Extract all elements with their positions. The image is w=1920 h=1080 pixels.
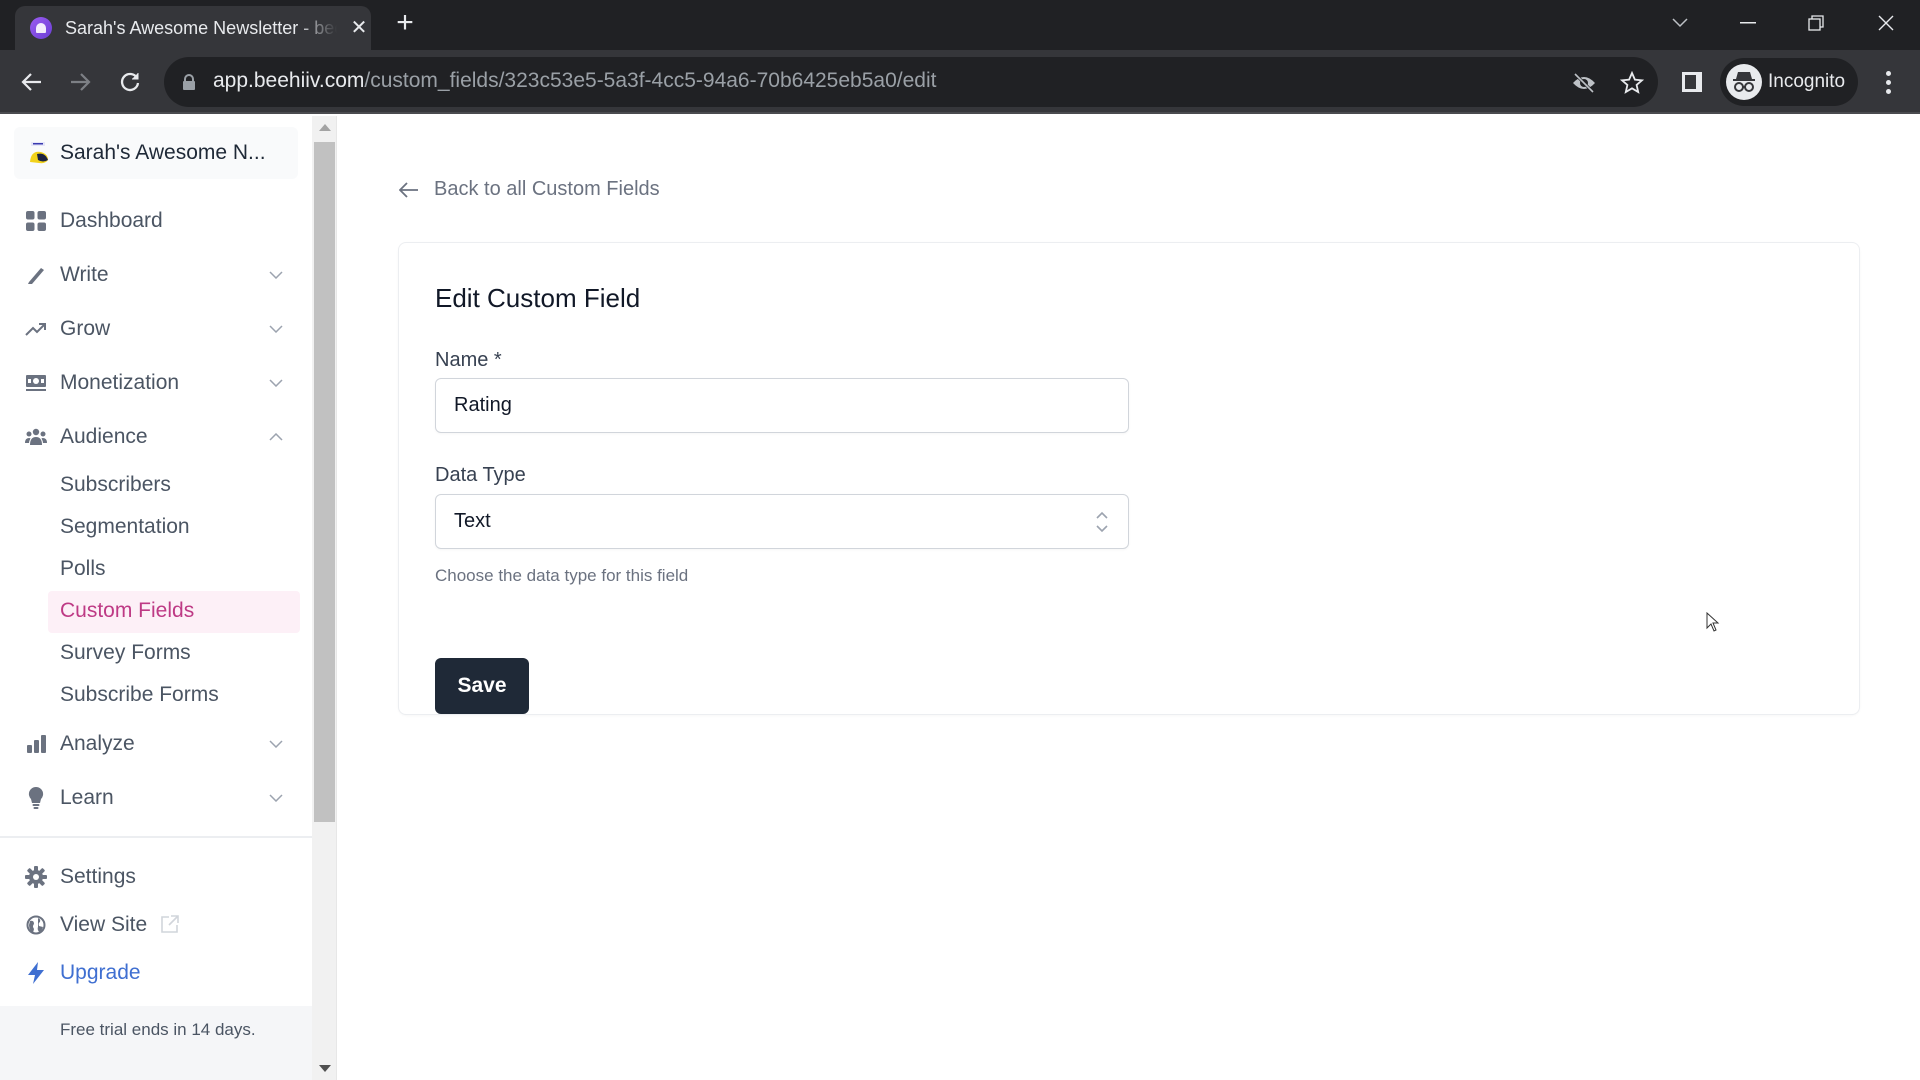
name-input[interactable]	[435, 378, 1129, 433]
sidebar-subitem-polls[interactable]: Polls	[48, 549, 300, 591]
sidebar-subitem-survey-forms[interactable]: Survey Forms	[48, 633, 300, 675]
chevron-down-icon[interactable]	[266, 265, 286, 285]
publication-switcher[interactable]: Sarah's Awesome N...	[14, 127, 298, 179]
chevron-up-icon[interactable]	[266, 427, 286, 447]
trending-up-icon	[24, 317, 48, 341]
trial-notice-text: Free trial ends in 14 days.	[60, 1020, 256, 1039]
scroll-down-arrow-icon[interactable]	[319, 1065, 331, 1072]
scroll-up-arrow-icon[interactable]	[319, 124, 331, 131]
url-text[interactable]: app.beehiiv.com/custom_fields/323c53e5-5…	[213, 69, 936, 93]
data-type-selected-value: Text	[454, 510, 491, 532]
lock-icon[interactable]	[182, 74, 196, 90]
sidebar-item-grow[interactable]: Grow	[0, 307, 300, 351]
sidebar-item-learn[interactable]: Learn	[0, 776, 300, 820]
sidebar-subitem-label: Subscribe Forms	[60, 683, 219, 706]
data-type-help-text: Choose the data type for this field	[435, 566, 689, 585]
chevron-down-icon[interactable]	[266, 788, 286, 808]
close-window-icon[interactable]	[1866, 8, 1906, 38]
bar-chart-icon	[24, 732, 48, 756]
sidebar-item-label: Learn	[60, 786, 114, 809]
gear-icon	[24, 865, 48, 889]
browser-toolbar: app.beehiiv.com/custom_fields/323c53e5-5…	[0, 50, 1920, 114]
back-icon[interactable]	[14, 64, 50, 100]
sidebar: Sarah's Awesome N... Dashboard Write Gro…	[0, 116, 312, 1080]
sidebar-item-upgrade[interactable]: Upgrade	[0, 951, 300, 995]
globe-icon	[24, 913, 48, 937]
sidebar-subitem-subscribe-forms[interactable]: Subscribe Forms	[48, 675, 300, 717]
back-link-label: Back to all Custom Fields	[434, 178, 660, 200]
back-to-custom-fields-link[interactable]: Back to all Custom Fields	[398, 178, 660, 201]
sidebar-item-label: Monetization	[60, 371, 180, 394]
side-panel-icon[interactable]	[1674, 64, 1710, 100]
sidebar-item-settings[interactable]: Settings	[0, 855, 300, 899]
sidebar-item-monetization[interactable]: Monetization	[0, 361, 300, 405]
sidebar-subitem-segmentation[interactable]: Segmentation	[48, 507, 300, 549]
sidebar-item-label: Write	[60, 263, 109, 286]
edit-custom-field-card: Edit Custom Field Name * Data Type Text …	[398, 242, 1860, 715]
publication-name: Sarah's Awesome N...	[60, 141, 266, 164]
name-field-label: Name *	[435, 349, 502, 371]
mouse-cursor-icon	[1706, 611, 1720, 632]
beehiiv-favicon-icon	[30, 17, 52, 39]
sidebar-item-dashboard[interactable]: Dashboard	[0, 199, 300, 243]
sidebar-item-label: Upgrade	[60, 961, 141, 984]
lightbulb-icon	[24, 786, 48, 810]
forward-icon[interactable]	[62, 64, 98, 100]
chevron-down-icon[interactable]	[266, 734, 286, 754]
minimize-window-icon[interactable]	[1728, 8, 1768, 38]
arrow-left-icon	[398, 179, 420, 201]
cash-icon	[24, 371, 48, 395]
trial-notice: Free trial ends in 14 days.	[0, 1006, 312, 1080]
scrollbar-thumb[interactable]	[314, 142, 335, 822]
sidebar-subitem-label: Polls	[60, 557, 106, 580]
chevron-down-icon[interactable]	[266, 319, 286, 339]
sidebar-scrollbar[interactable]	[312, 116, 337, 1080]
browser-tab-bar: Sarah's Awesome Newsletter - beehiiv ✕ +	[0, 0, 1920, 50]
sidebar-item-audience[interactable]: Audience	[0, 415, 300, 459]
bookmark-star-icon[interactable]	[1618, 69, 1646, 97]
eye-off-icon[interactable]	[1570, 69, 1598, 97]
sidebar-divider	[0, 836, 312, 838]
sidebar-subitem-label: Subscribers	[60, 473, 171, 496]
browser-menu-icon[interactable]	[1876, 64, 1900, 100]
sidebar-subitem-label: Survey Forms	[60, 641, 191, 664]
publication-logo-icon	[29, 142, 49, 164]
sidebar-item-label: Settings	[60, 865, 136, 888]
users-icon	[24, 425, 48, 449]
browser-tab[interactable]: Sarah's Awesome Newsletter - beehiiv ✕	[15, 6, 371, 50]
pencil-icon	[24, 263, 48, 287]
close-tab-icon[interactable]: ✕	[347, 16, 371, 40]
sidebar-item-label: View Site	[60, 913, 148, 936]
sidebar-item-label: Dashboard	[60, 209, 163, 232]
reload-icon[interactable]	[112, 64, 148, 100]
page-title: Edit Custom Field	[435, 283, 641, 313]
dashboard-grid-icon	[24, 209, 48, 233]
sidebar-item-label: Analyze	[60, 732, 135, 755]
address-bar[interactable]: app.beehiiv.com/custom_fields/323c53e5-5…	[164, 57, 1658, 107]
sidebar-item-label: Audience	[60, 425, 148, 448]
incognito-profile-button[interactable]: Incognito	[1720, 58, 1858, 106]
sidebar-subitem-label: Custom Fields	[60, 599, 195, 622]
data-type-field-label: Data Type	[435, 464, 526, 486]
data-type-select[interactable]: Text	[435, 494, 1129, 549]
sidebar-subitem-custom-fields[interactable]: Custom Fields	[48, 591, 300, 633]
chevron-up-down-icon	[1094, 510, 1110, 534]
sidebar-subitem-subscribers[interactable]: Subscribers	[48, 465, 300, 507]
sidebar-item-write[interactable]: Write	[0, 253, 300, 297]
save-button[interactable]: Save	[435, 658, 529, 714]
tab-title: Sarah's Awesome Newsletter - beehiiv	[65, 18, 337, 38]
chevron-down-icon[interactable]	[266, 373, 286, 393]
sidebar-item-view-site[interactable]: View Site	[0, 903, 300, 947]
sidebar-item-label: Grow	[60, 317, 111, 340]
sidebar-subitem-label: Segmentation	[60, 515, 190, 538]
external-link-icon	[160, 914, 180, 934]
tab-search-chevron-icon[interactable]	[1660, 8, 1700, 38]
sidebar-item-analyze[interactable]: Analyze	[0, 722, 300, 766]
lightning-icon	[24, 961, 48, 985]
restore-window-icon[interactable]	[1796, 8, 1836, 38]
new-tab-button[interactable]: +	[390, 8, 420, 38]
incognito-icon	[1726, 64, 1762, 100]
incognito-label: Incognito	[1768, 71, 1846, 92]
